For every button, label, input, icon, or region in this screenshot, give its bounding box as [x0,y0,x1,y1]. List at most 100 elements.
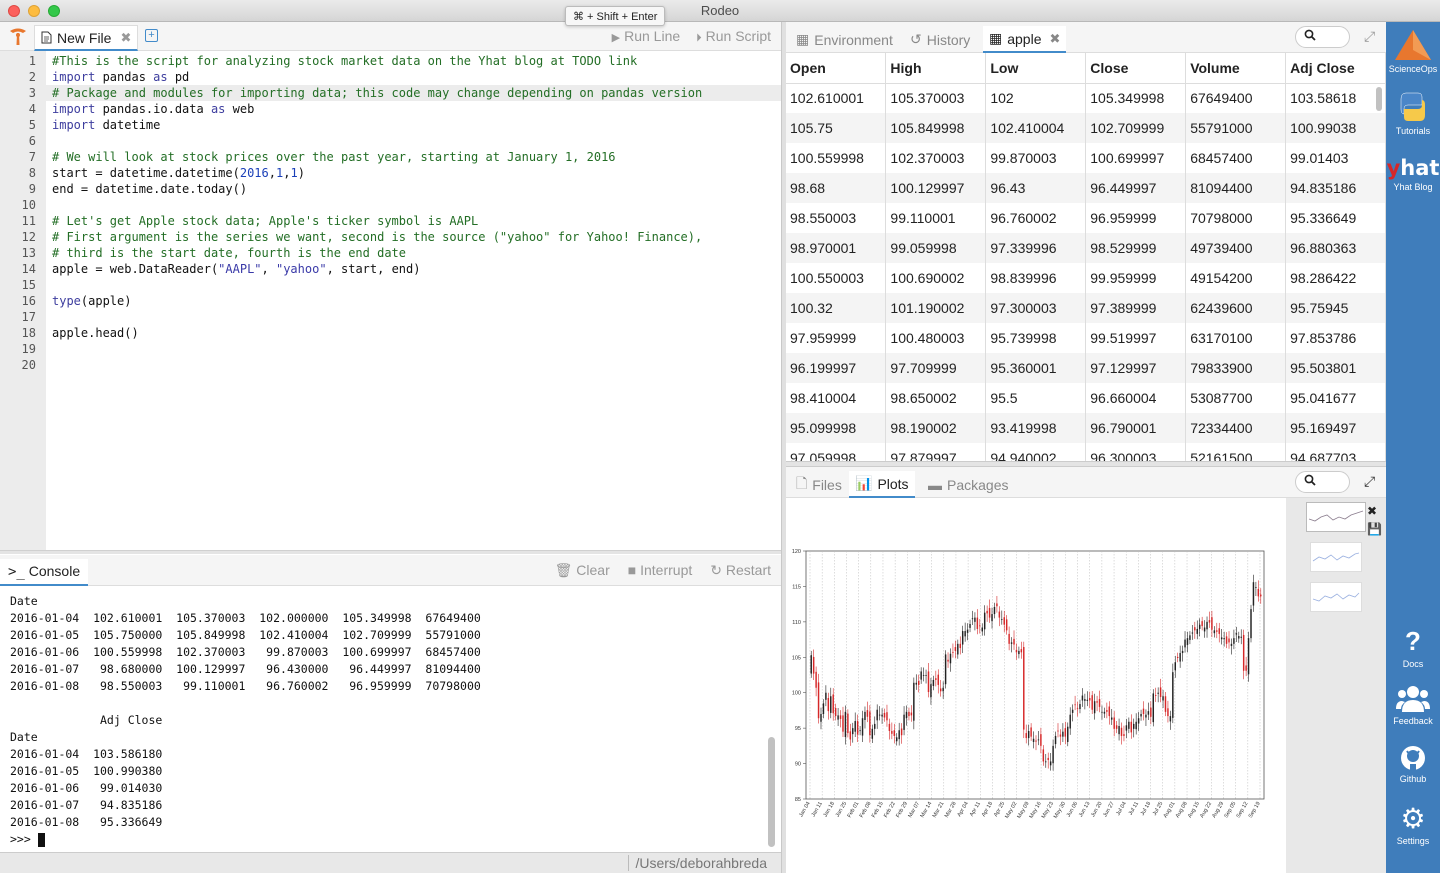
candle-body [839,715,842,719]
code-line[interactable]: 9 end = datetime.date.today() [0,181,781,197]
candle-body [964,631,966,637]
plot-thumbnails: ✖ 💾 [1286,498,1386,873]
candle-body [881,714,883,717]
tab-plots[interactable]: 📊 Plots [849,471,915,498]
code-line[interactable]: 15 [0,277,781,293]
sidebar-item-github[interactable]: Github [1386,744,1440,784]
column-header[interactable]: Volume [1185,53,1287,84]
run-script-button[interactable]: ⏵ Run Script [696,28,771,45]
x-tick-label: Sep 19 [1248,801,1262,819]
sidebar-item-settings[interactable]: ⚙ Settings [1386,804,1440,847]
save-plot-icon[interactable]: 💾 [1367,520,1382,538]
plots-search-input[interactable] [1295,471,1350,493]
sidebar-item-yhat-blog[interactable]: yhat Yhat Blog [1386,156,1440,192]
code-line[interactable]: 18 apple.head() [0,325,781,341]
candle-body [996,603,998,607]
tab-apple[interactable]: ▦ apple ✖ [983,26,1067,53]
code-line[interactable]: 2 import pandas as pd [0,69,781,85]
code-line[interactable]: 4 import pandas.io.data as web [0,101,781,117]
code-line[interactable]: 7 # We will look at stock prices over the… [0,149,781,165]
editor-console-splitter[interactable] [0,550,781,554]
clear-button[interactable]: 🗑 Clear [555,562,610,579]
code-line[interactable]: 8 start = datetime.datetime(2016,1,1) [0,165,781,181]
column-header[interactable]: Close [1085,53,1187,84]
delete-plot-icon[interactable]: ✖ [1367,502,1382,520]
plot-thumbnail[interactable] [1306,502,1366,532]
sidebar-label-docs: Docs [1402,659,1424,669]
run-line-button[interactable]: ▶ Run Line [612,28,681,45]
column-header[interactable]: High [885,53,987,84]
close-tab-icon[interactable]: ✖ [1050,31,1061,47]
candle-body [876,709,878,721]
table-cell: 100.559998 [786,143,887,173]
code-line[interactable]: 1 #This is the script for analyzing stock… [0,53,781,69]
tab-files[interactable]: 🗋 Files [790,471,848,498]
code-line[interactable]: 20 [0,357,781,373]
console-output-area[interactable]: Date 2016-01-04 102.610001 105.370003 10… [0,587,781,852]
candle-body [849,731,852,740]
code-line[interactable]: 17 [0,309,781,325]
add-tab-button[interactable]: + [145,29,158,42]
interrupt-button[interactable]: ■ Interrupt [628,562,693,579]
plot-thumbnail[interactable] [1310,542,1362,572]
code-line[interactable]: 10 [0,197,781,213]
table-cell: 55791000 [1185,113,1287,143]
tab-history[interactable]: ↺ History [904,26,976,53]
code-line[interactable]: 3 # Package and modules for importing dat… [0,85,781,101]
close-tab-icon[interactable]: ✖ [120,30,131,46]
y-tick-label: 110 [792,620,801,626]
restart-label: Restart [725,562,771,578]
expand-icon[interactable]: ⤢ [1364,28,1375,45]
code-line[interactable]: 14 apple = web.DataReader("AAPL", "yahoo"… [0,261,781,277]
x-tick-label: May 30 [1053,801,1067,820]
plot-thumbnail[interactable] [1310,582,1362,612]
column-header[interactable]: Low [985,53,1087,84]
code-line[interactable]: 6 [0,133,781,149]
plot-frame [805,550,1265,800]
tab-packages[interactable]: ▬ Packages [922,471,1014,498]
code-editor[interactable]: 1 #This is the script for analyzing stock… [0,51,781,551]
candle-body [1103,711,1106,714]
candle-body [812,656,815,674]
candle-body [859,730,861,732]
candle-body [974,617,976,622]
table-cell: 95.360001 [985,353,1087,383]
code-line[interactable]: 11 # Let's get Apple stock data; Apple's … [0,213,781,229]
sidebar-item-feedback[interactable]: Feedback [1386,684,1440,726]
console-tab[interactable]: >_ Console [0,559,89,586]
candle-body [1064,728,1067,737]
table-cell: 96.300003 [1085,443,1187,461]
window-title: Rodeo [700,3,740,18]
file-tab-new-file[interactable]: New File ✖ [34,25,139,51]
sidebar-item-tutorials[interactable]: Tutorials [1386,90,1440,136]
table-cell: 100.690002 [885,263,987,293]
sidebar-label-scienceops: ScienceOps [1388,64,1438,74]
table-cell: 97.300003 [985,293,1087,323]
candle-body [1108,706,1111,717]
candle-body [820,713,822,722]
archive-icon: ▬ [928,476,942,493]
sidebar-label-settings: Settings [1396,836,1430,846]
column-header[interactable]: Open [786,53,887,84]
console-scrollbar[interactable] [768,737,775,847]
right-pane: ▦ Environment ↺ History ▦ apple ✖ ⤢ Open… [786,22,1386,873]
candle-body [1079,704,1081,710]
candle-body [1189,635,1191,640]
candle-body [861,718,864,736]
code-line[interactable]: 5 import datetime [0,117,781,133]
table-scrollbar[interactable] [1376,87,1382,111]
candle-body [1042,749,1045,762]
code-line[interactable]: 12 # First argument is the series we want… [0,229,781,245]
table-cell: 97.709999 [885,353,987,383]
sidebar-item-scienceops[interactable]: ScienceOps [1386,28,1440,74]
code-line[interactable]: 13 # third is the start date, fourth is t… [0,245,781,261]
sidebar-label-tutorials: Tutorials [1395,126,1431,136]
restart-button[interactable]: ↻ Restart [710,562,771,579]
code-line[interactable]: 16 type(apple) [0,293,781,309]
column-header[interactable]: Adj Close [1285,53,1386,84]
tab-environment[interactable]: ▦ Environment [790,26,899,53]
search-input[interactable] [1295,26,1350,48]
expand-icon[interactable]: ⤢ [1364,473,1375,490]
sidebar-item-docs[interactable]: ? Docs [1386,626,1440,669]
code-line[interactable]: 19 [0,341,781,357]
